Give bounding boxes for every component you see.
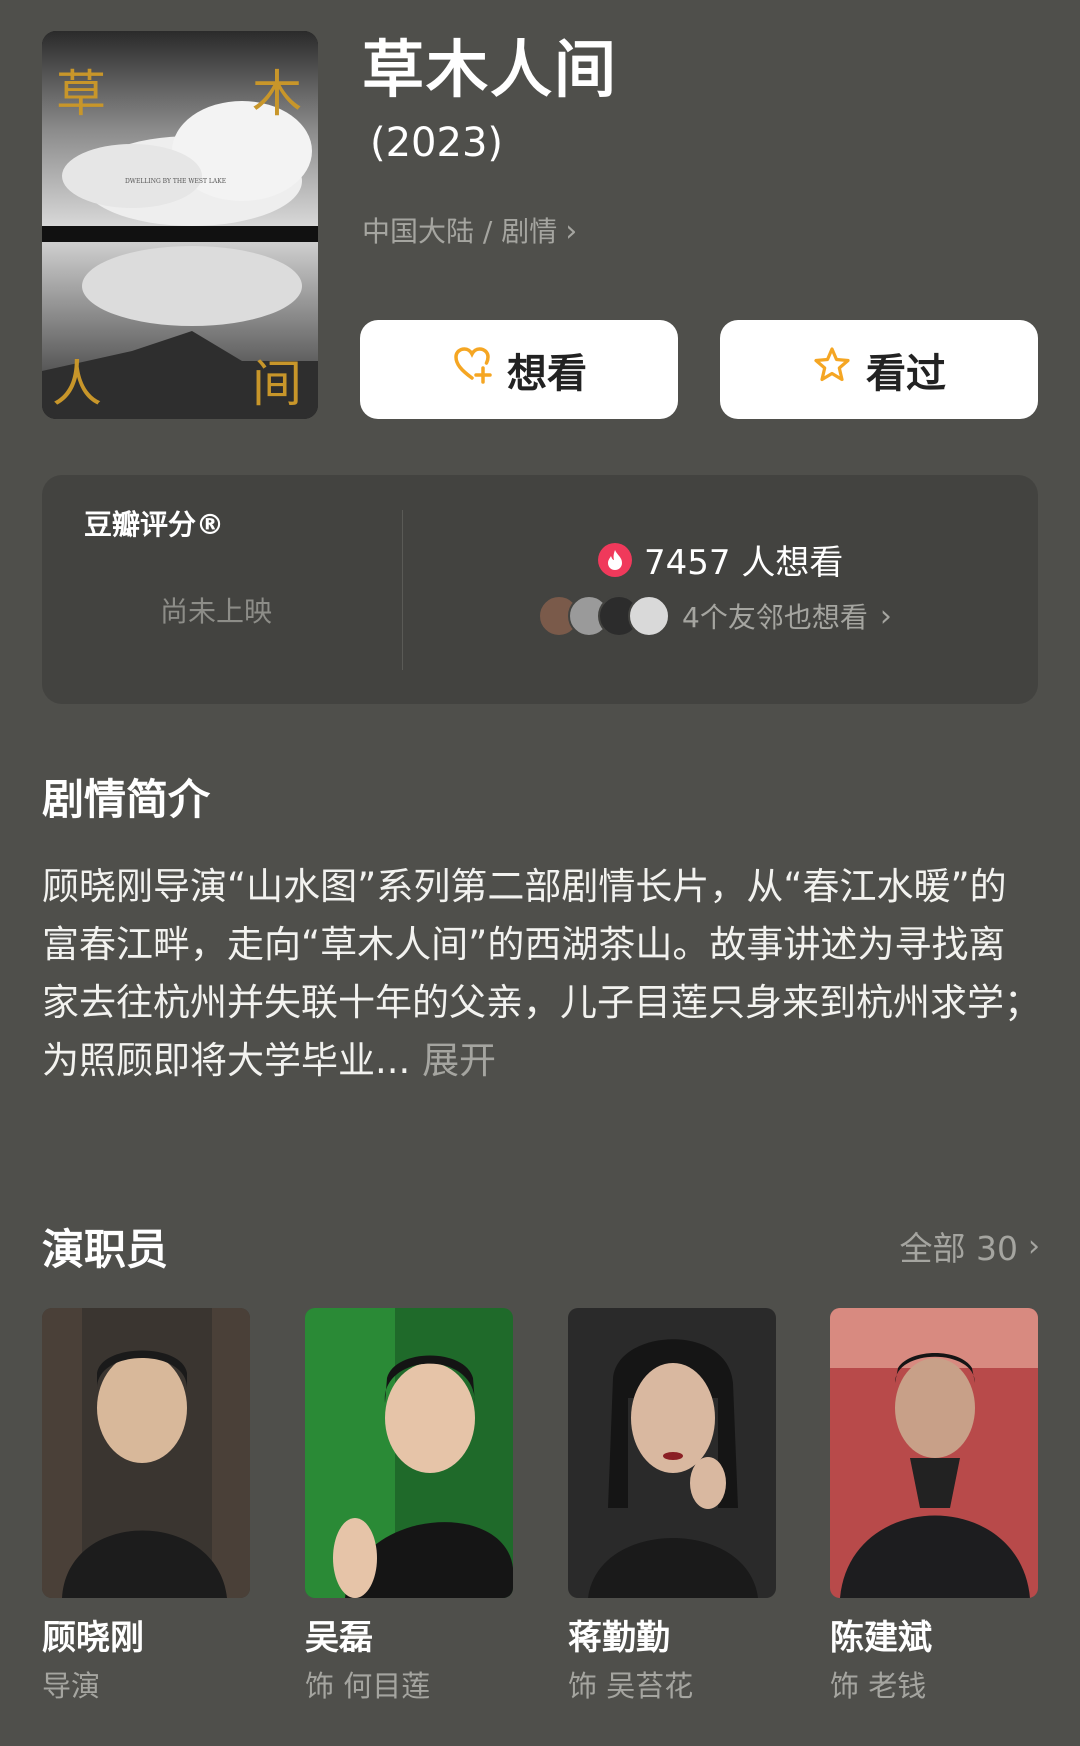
star-icon — [812, 345, 852, 395]
chevron-right-icon: › — [1028, 1228, 1040, 1264]
friends-text: 4个友邻也想看 — [682, 601, 868, 634]
seen-label: 看过 — [866, 350, 946, 397]
heart-plus-icon — [451, 344, 493, 396]
want-count: 7457 人想看 — [598, 535, 843, 584]
poster-char-4: 间 — [252, 355, 302, 413]
cast-name: 吴磊 — [305, 1618, 373, 1658]
want-label: 想看 — [507, 350, 587, 397]
cast-role: 导演 — [42, 1669, 101, 1703]
synopsis-body: 顾晓刚导演“山水图”系列第二部剧情长片，从“春江水暖”的富春江畔，走向“草木人间… — [42, 865, 1041, 1082]
cast-name: 蒋勤勤 — [568, 1618, 670, 1658]
cast-card[interactable]: 顾晓刚 导演 — [42, 1308, 250, 1706]
synopsis-text: 顾晓刚导演“山水图”系列第二部剧情长片，从“春江水暖”的富春江畔，走向“草木人间… — [42, 858, 1042, 1090]
cast-photo — [305, 1308, 513, 1598]
rating-card: 豆瓣评分® 尚未上映 7457 人想看 4个友邻也想看 › — [42, 475, 1038, 704]
want-count-text: 7457 人想看 — [644, 543, 844, 583]
cast-photo — [830, 1308, 1038, 1598]
cast-role: 饰 何目莲 — [305, 1669, 431, 1703]
cast-role: 饰 老钱 — [830, 1669, 927, 1703]
see-all-text: 全部 30 — [899, 1229, 1018, 1268]
cast-name: 顾晓刚 — [42, 1618, 144, 1658]
rating-status: 尚未上映 — [160, 595, 273, 628]
poster-char-3: 人 — [52, 355, 102, 413]
cast-name: 陈建斌 — [830, 1618, 932, 1658]
cast-photo — [42, 1308, 250, 1598]
cast-card[interactable]: 陈建斌 饰 老钱 — [830, 1308, 1038, 1706]
want-to-watch-button[interactable]: 想看 — [360, 320, 678, 419]
poster-tagline: DWELLING BY THE WEST LAKE — [125, 178, 226, 185]
cast-photo — [568, 1308, 776, 1598]
genre-text: 中国大陆 / 剧情 — [362, 215, 558, 248]
expand-link[interactable]: 展开 — [422, 1039, 496, 1082]
fire-icon — [598, 542, 632, 577]
cast-role: 饰 吴苔花 — [568, 1669, 694, 1703]
synopsis-title: 剧情简介 — [42, 775, 211, 824]
poster-char-1: 草 — [56, 65, 106, 123]
movie-title: 草木人间 — [362, 33, 619, 106]
poster-char-2: 木 — [252, 65, 302, 123]
cast-title: 演职员 — [42, 1225, 169, 1274]
see-all-cast-link[interactable]: 全部 30 › — [900, 1222, 1040, 1270]
chevron-right-icon: › — [565, 214, 578, 249]
movie-genre-link[interactable]: 中国大陆 / 剧情 › — [362, 212, 577, 252]
cast-card[interactable]: 吴磊 饰 何目莲 — [305, 1308, 513, 1706]
avatar — [628, 595, 670, 637]
chevron-right-icon: › — [879, 598, 892, 634]
friends-want-link[interactable]: 4个友邻也想看 › — [538, 595, 892, 637]
movie-year: (2023) — [370, 120, 504, 166]
movie-poster[interactable]: 草 木 人 间 DWELLING BY THE WEST LAKE — [42, 31, 318, 419]
cast-card[interactable]: 蒋勤勤 饰 吴苔花 — [568, 1308, 776, 1706]
divider — [402, 510, 403, 670]
watched-button[interactable]: 看过 — [720, 320, 1038, 419]
friend-avatars — [538, 595, 670, 637]
douban-rating-label: 豆瓣评分® — [84, 508, 225, 541]
